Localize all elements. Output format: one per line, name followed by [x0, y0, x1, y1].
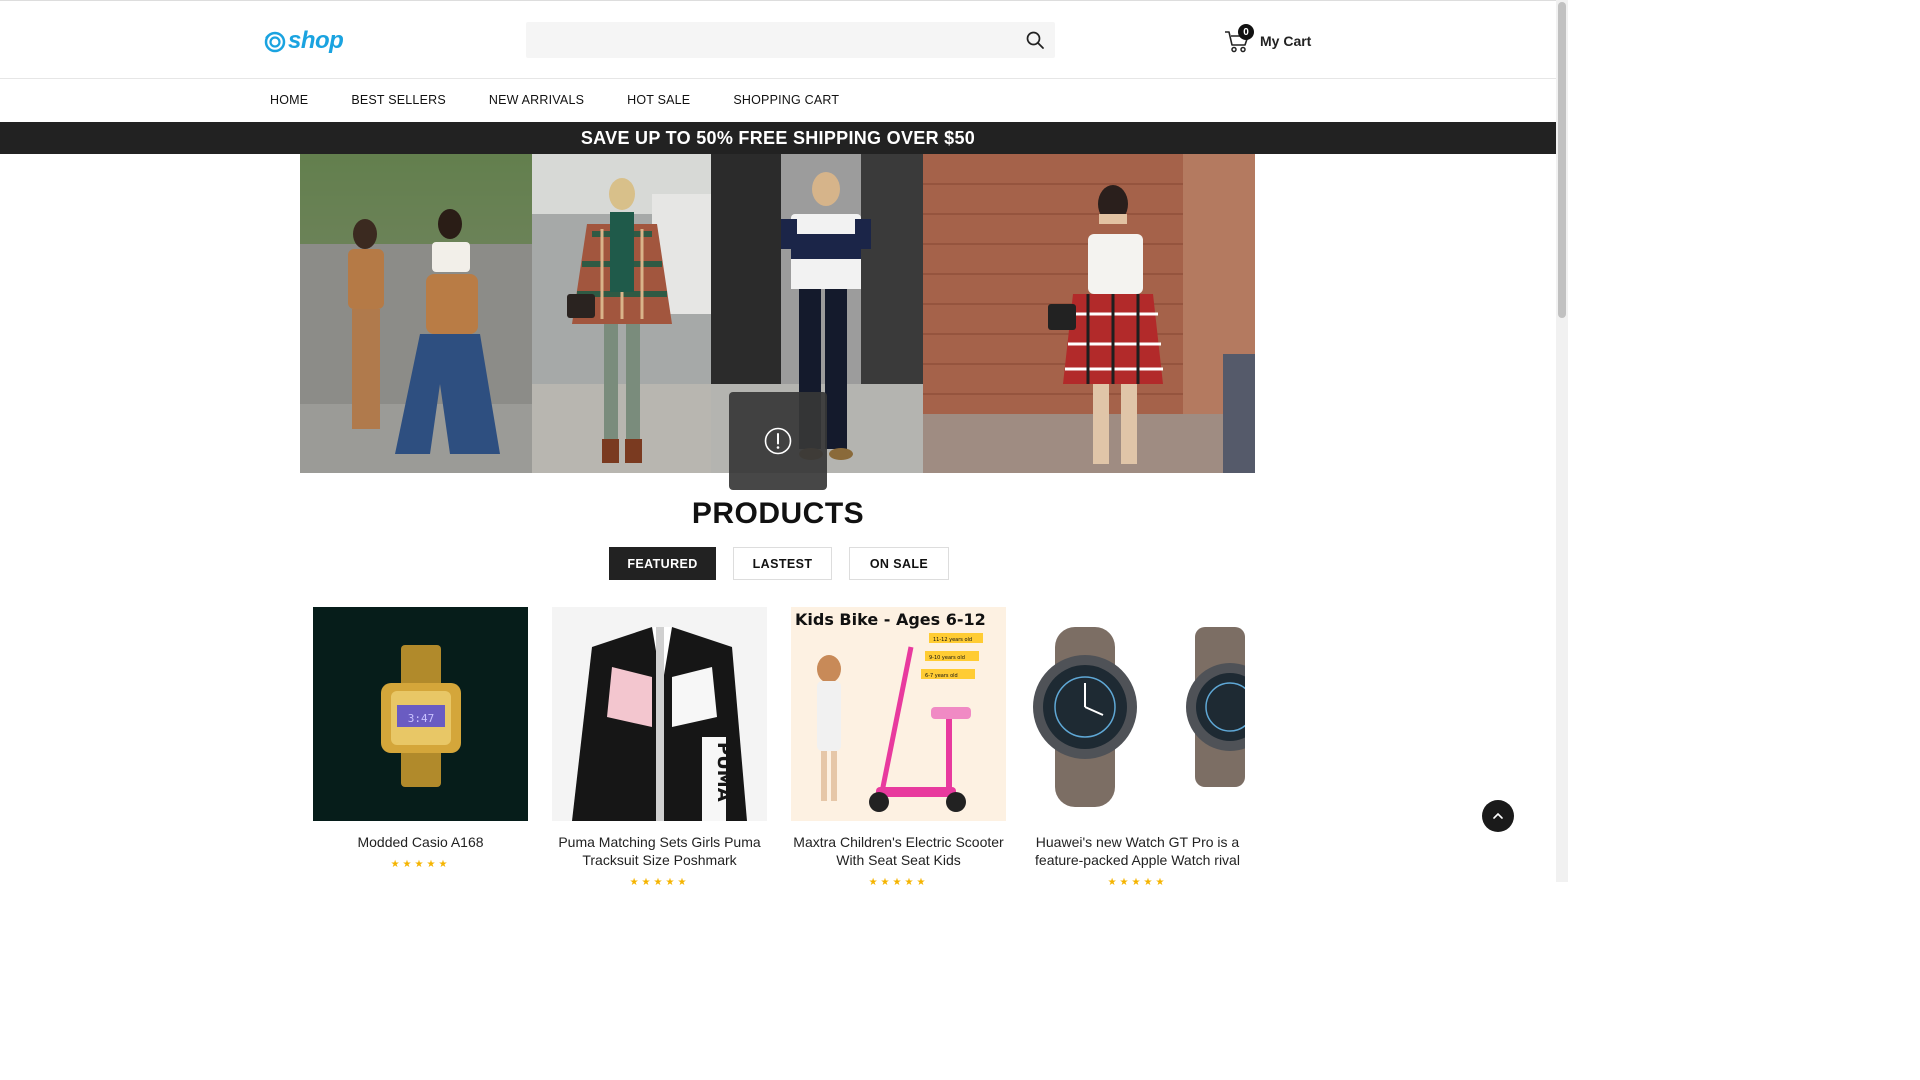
cart-label: My Cart: [1260, 33, 1312, 49]
tab-featured[interactable]: FEATURED: [609, 547, 716, 580]
product-rating: ★★★★★: [868, 877, 929, 888]
logo-text: shop: [288, 27, 344, 54]
svg-text:9-10 years old: 9-10 years old: [929, 655, 965, 661]
product-card[interactable]: Huawei's new Watch GT Pro is a feature-p…: [1030, 607, 1245, 888]
product-image-puma-tracksuit[interactable]: PUMA: [552, 607, 767, 821]
product-rating: ★★★★★: [390, 859, 451, 870]
tab-latest[interactable]: LASTEST: [733, 547, 832, 580]
svg-text:11-12 years old: 11-12 years old: [933, 637, 972, 643]
main-nav: HOME BEST SELLERS NEW ARRIVALS HOT SALE …: [0, 79, 1556, 122]
nav-item-new-arrivals[interactable]: NEW ARRIVALS: [489, 93, 584, 107]
product-name[interactable]: Huawei's new Watch GT Pro is a feature-p…: [1030, 833, 1245, 869]
hero-image-brick-wall: [923, 154, 1255, 473]
product-rating: ★★★★★: [1107, 877, 1168, 888]
tab-on-sale[interactable]: ON SALE: [849, 547, 949, 580]
back-to-top-button[interactable]: [1482, 800, 1514, 832]
promo-banner: SAVE UP TO 50% FREE SHIPPING OVER $50: [0, 122, 1556, 154]
product-card[interactable]: 3:47 Modded Casio A168 ★★★★★: [313, 607, 528, 888]
search-icon[interactable]: [1025, 30, 1045, 50]
site-logo[interactable]: shop: [263, 27, 344, 55]
product-card[interactable]: PUMA Puma Matching Sets Girls Puma Track…: [552, 607, 767, 888]
product-grid: 3:47 Modded Casio A168 ★★★★★ PUMA Puma M…: [313, 607, 1269, 888]
svg-text:PUMA: PUMA: [713, 742, 734, 802]
search-input[interactable]: [526, 22, 1016, 58]
nav-item-hot-sale[interactable]: HOT SALE: [627, 93, 690, 107]
product-rating: ★★★★★: [629, 877, 690, 888]
svg-text:3:47: 3:47: [408, 712, 435, 725]
cart-count-badge: 0: [1238, 24, 1254, 40]
svg-text:Kids Bike - Ages 6-12: Kids Bike - Ages 6-12: [795, 610, 986, 629]
alert-circle-icon: [764, 427, 792, 455]
product-name[interactable]: Puma Matching Sets Girls Puma Tracksuit …: [552, 833, 767, 869]
media-error-overlay[interactable]: [729, 392, 827, 490]
nav-item-shopping-cart[interactable]: SHOPPING CART: [733, 93, 839, 107]
search-bar: [526, 22, 1055, 58]
product-image-huawei-watch[interactable]: [1030, 607, 1245, 821]
product-tabs: FEATURED LASTEST ON SALE: [609, 547, 966, 580]
svg-text:6-7 years old: 6-7 years old: [925, 673, 958, 679]
nav-item-home[interactable]: HOME: [270, 93, 308, 107]
hero-image-street-duo: [300, 154, 532, 473]
scrollbar-thumb[interactable]: [1558, 2, 1566, 318]
page-scrollbar[interactable]: [1556, 0, 1568, 882]
logo-swirl-icon: [264, 31, 286, 53]
nav-item-best-sellers[interactable]: BEST SELLERS: [351, 93, 446, 107]
product-image-scooter[interactable]: Kids Bike - Ages 6-12 11-12 years old 9-…: [791, 607, 1006, 821]
product-image-casio[interactable]: 3:47: [313, 607, 528, 821]
product-name[interactable]: Modded Casio A168: [313, 833, 528, 851]
product-card[interactable]: Kids Bike - Ages 6-12 11-12 years old 9-…: [791, 607, 1006, 888]
hero-image-plaid-cape: [532, 154, 711, 473]
chevron-up-icon: [1493, 812, 1503, 819]
site-header: shop My Cart 0: [0, 0, 1556, 79]
product-name[interactable]: Maxtra Children's Electric Scooter With …: [791, 833, 1006, 869]
products-heading: PRODUCTS: [691, 497, 865, 530]
